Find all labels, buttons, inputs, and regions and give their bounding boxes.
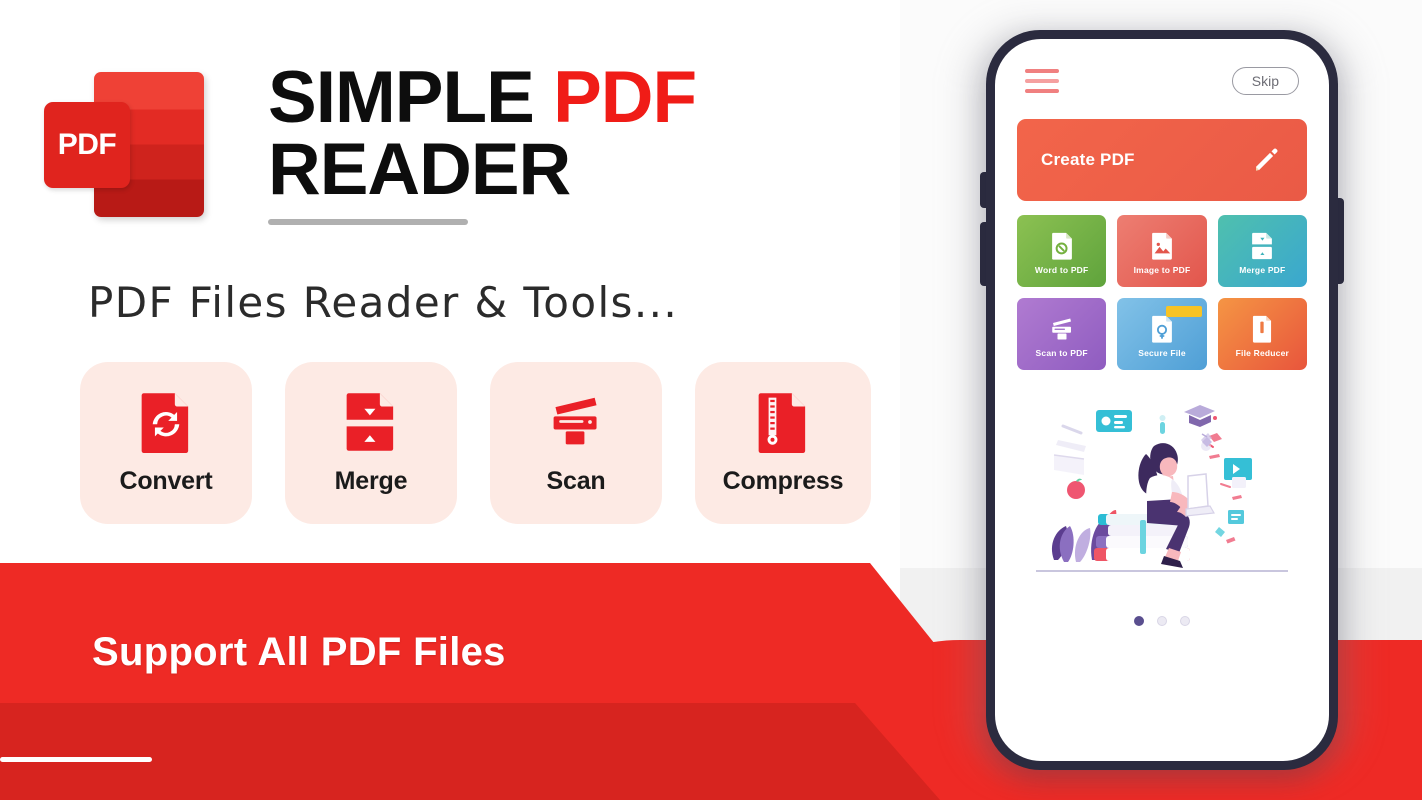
tile-label: Secure File: [1138, 347, 1186, 358]
tile-label: Image to PDF: [1133, 264, 1191, 275]
tile-file-reducer[interactable]: File Reducer: [1217, 298, 1307, 370]
banner-headline: Support All PDF Files: [92, 630, 506, 674]
tile-label: Scan to PDF: [1035, 347, 1088, 358]
compress-zipper-document-icon: [758, 392, 806, 453]
feature-label: Compress: [722, 466, 844, 495]
app-logo: PDF: [44, 72, 214, 217]
tile-label: Word to PDF: [1034, 264, 1089, 275]
hamburger-menu-icon[interactable]: [1025, 69, 1059, 93]
feature-card-list: Convert Merge Scan Compress: [80, 362, 871, 524]
title-pdf: PDF: [553, 57, 697, 138]
pencil-edit-icon: [1256, 148, 1278, 171]
feature-label: Scan: [546, 466, 606, 495]
file-reducer-icon: [1253, 315, 1272, 343]
onboarding-pagination: [995, 616, 1329, 626]
skip-button[interactable]: Skip: [1231, 67, 1299, 95]
pagination-dot-3[interactable]: [1180, 616, 1190, 626]
logo-label: PDF: [57, 128, 117, 161]
tile-word-to-pdf[interactable]: Word to PDF: [1017, 215, 1107, 287]
feature-label: Merge: [334, 466, 408, 495]
scanner-icon: [553, 397, 597, 444]
tile-label: Merge PDF: [1239, 264, 1286, 275]
tile-secure-file[interactable]: Secure File: [1117, 298, 1207, 370]
feature-card-merge[interactable]: Merge: [285, 362, 457, 524]
tile-merge-pdf[interactable]: Merge PDF: [1217, 215, 1307, 287]
title-simple: SIMPLE: [268, 57, 535, 138]
word-document-icon: [1051, 232, 1072, 260]
convert-document-icon: [141, 392, 189, 453]
feature-card-convert[interactable]: Convert: [80, 362, 252, 524]
logo-front-badge: PDF: [44, 102, 130, 188]
merge-pdf-icon: [1252, 232, 1273, 259]
tile-label: File Reducer: [1235, 347, 1290, 358]
tile-scan-to-pdf[interactable]: Scan to PDF: [1017, 298, 1107, 370]
tool-tile-grid: Word to PDF Image to PDF Merge PDF Scan …: [1017, 215, 1307, 370]
red-banner-shadow-panel: [0, 703, 940, 800]
title-underline: [268, 219, 468, 226]
image-document-icon: [1152, 232, 1172, 260]
phone-screen: Skip Create PDF Word to PDF Image to PDF…: [995, 39, 1329, 761]
feature-label: Convert: [119, 466, 213, 495]
red-banner-accent-line: [0, 757, 152, 762]
scan-printer-icon: [1051, 318, 1071, 339]
pagination-dot-2[interactable]: [1157, 616, 1167, 626]
pagination-dot-1[interactable]: [1134, 616, 1144, 626]
secure-file-badge: [1165, 306, 1202, 317]
title-line-2: READER: [268, 128, 571, 210]
promo-banner-stage: Support All PDF Files PDF SIMPLE PDF REA…: [0, 0, 1422, 800]
create-pdf-card[interactable]: Create PDF: [1017, 119, 1307, 201]
tile-image-to-pdf[interactable]: Image to PDF: [1117, 215, 1207, 287]
title-line-1: SIMPLE PDF: [268, 61, 697, 134]
phone-mockup: Skip Create PDF Word to PDF Image to PDF…: [986, 30, 1338, 770]
page-subtitle: PDF Files Reader & Tools...: [88, 278, 679, 327]
merge-document-icon: [346, 392, 394, 451]
create-pdf-label: Create PDF: [1041, 150, 1135, 169]
title-block: SIMPLE PDF READER: [268, 61, 697, 226]
secure-lock-file-icon: [1152, 315, 1172, 343]
feature-card-scan[interactable]: Scan: [490, 362, 662, 524]
woman-studying-on-books-with-laptop-illustration: [1036, 405, 1288, 572]
feature-card-compress[interactable]: Compress: [695, 362, 871, 524]
app-top-bar: Skip: [995, 39, 1329, 95]
